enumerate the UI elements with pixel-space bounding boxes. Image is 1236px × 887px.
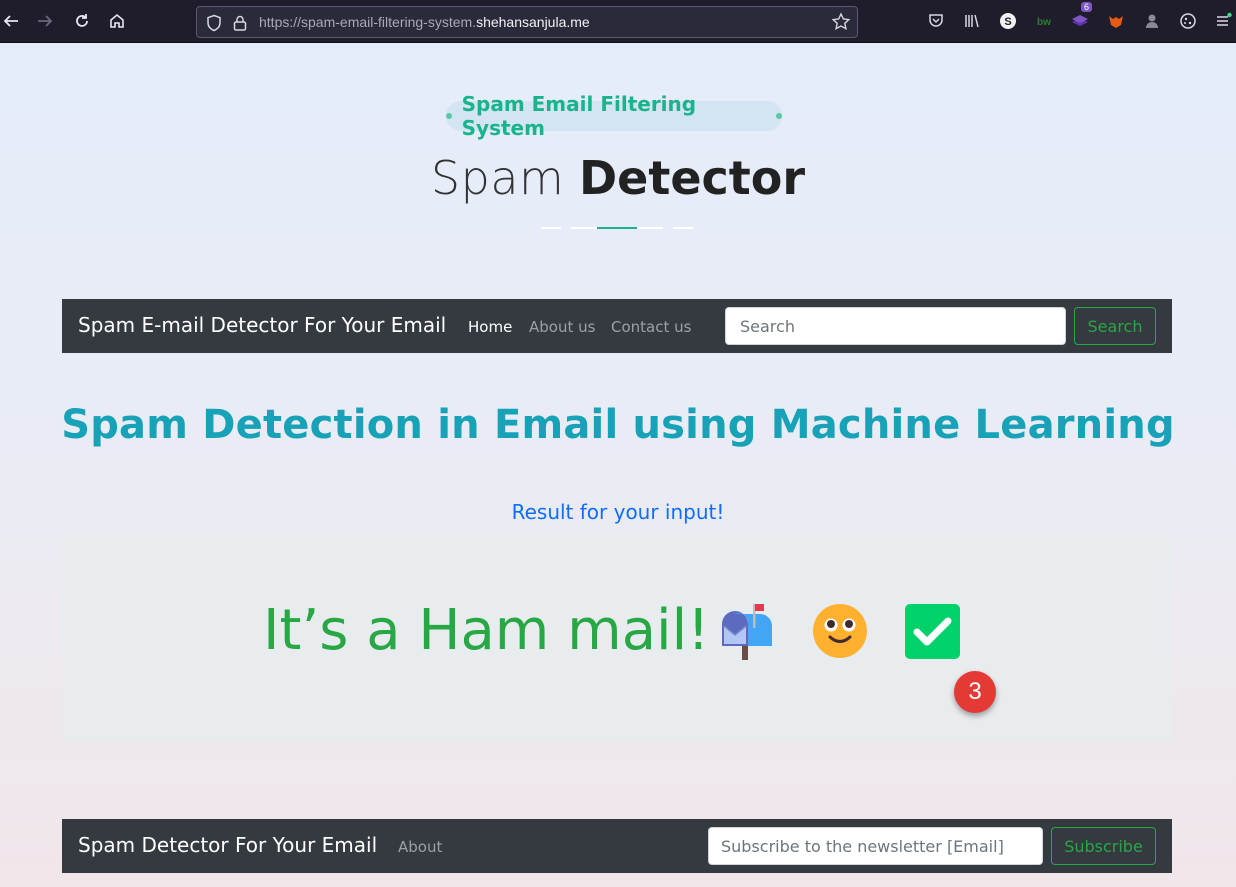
mailbox-icon bbox=[720, 602, 774, 664]
lock-icon[interactable] bbox=[232, 14, 248, 32]
title-divider-segment bbox=[571, 227, 597, 229]
home-icon[interactable] bbox=[106, 10, 128, 32]
navbar-brand[interactable]: Spam E-mail Detector For Your Email bbox=[78, 313, 446, 337]
s-extension-icon[interactable]: S bbox=[998, 11, 1018, 31]
back-arrow-icon[interactable] bbox=[0, 10, 22, 32]
page-title-bold: Detector bbox=[578, 151, 806, 205]
extension-count-badge: 6 bbox=[1080, 2, 1092, 12]
footer-navbar: Spam Detector For Your Email About Subsc… bbox=[62, 819, 1172, 873]
library-icon[interactable] bbox=[962, 11, 982, 31]
cookie-icon[interactable] bbox=[1178, 11, 1198, 31]
nav-link-contact-us[interactable]: Contact us bbox=[611, 318, 691, 336]
check-mark-icon bbox=[905, 604, 960, 663]
result-heading: Result for your input! bbox=[511, 500, 725, 524]
result-text: It’s a Ham mail! bbox=[263, 598, 710, 663]
main-heading: Spam Detection in Email using Machine Le… bbox=[61, 402, 1175, 448]
extension-stack-icon[interactable]: 6 bbox=[1070, 2, 1092, 31]
search-input[interactable] bbox=[725, 307, 1066, 345]
kicker-dot bbox=[446, 113, 452, 119]
svg-text:bw: bw bbox=[1037, 17, 1051, 28]
title-divider-segment bbox=[637, 227, 663, 229]
smiling-face-icon bbox=[812, 603, 868, 663]
main-navbar: Spam E-mail Detector For Your Email Home… bbox=[62, 299, 1172, 353]
title-divider-accent bbox=[597, 227, 637, 229]
step-number-badge: 3 bbox=[954, 671, 996, 713]
subscribe-button[interactable]: Subscribe bbox=[1051, 827, 1156, 865]
url-text[interactable]: https://spam-email-filtering-system.sheh… bbox=[259, 14, 590, 30]
svg-text:S: S bbox=[1004, 16, 1011, 28]
search-button[interactable]: Search bbox=[1074, 307, 1156, 345]
address-bar[interactable]: https://spam-email-filtering-system.sheh… bbox=[196, 6, 858, 38]
kicker-text: Spam Email Filtering System bbox=[461, 92, 697, 140]
title-divider-segment bbox=[541, 227, 561, 229]
pocket-icon[interactable] bbox=[926, 11, 946, 31]
nav-link-about-us[interactable]: About us bbox=[529, 318, 595, 336]
nav-link-home[interactable]: Home bbox=[468, 318, 512, 336]
title-divider-segment bbox=[673, 227, 693, 229]
section-kicker: Spam Email Filtering System bbox=[446, 92, 782, 140]
page-title-light: Spam bbox=[430, 151, 565, 205]
reload-icon[interactable] bbox=[71, 10, 93, 32]
bookmark-star-icon[interactable] bbox=[831, 12, 851, 32]
footer-link-about[interactable]: About bbox=[398, 838, 442, 856]
tracking-protection-shield-icon[interactable] bbox=[205, 14, 223, 32]
bitwarden-icon[interactable]: bw bbox=[1034, 11, 1054, 31]
footer-brand[interactable]: Spam Detector For Your Email bbox=[78, 833, 377, 857]
forward-arrow-icon[interactable] bbox=[34, 10, 56, 32]
page-title: Spam Detector bbox=[0, 151, 1236, 205]
newsletter-email-input[interactable] bbox=[708, 827, 1043, 865]
fox-extension-icon[interactable] bbox=[1106, 11, 1126, 31]
menu-icon[interactable] bbox=[1213, 11, 1233, 31]
kicker-dot bbox=[776, 113, 782, 119]
url-domain: shehansanjula.me bbox=[476, 14, 590, 30]
browser-toolbar: https://spam-email-filtering-system.sheh… bbox=[0, 0, 1236, 43]
spy-extension-icon[interactable] bbox=[1142, 11, 1162, 31]
url-prefix: https://spam-email-filtering-system. bbox=[259, 14, 477, 30]
